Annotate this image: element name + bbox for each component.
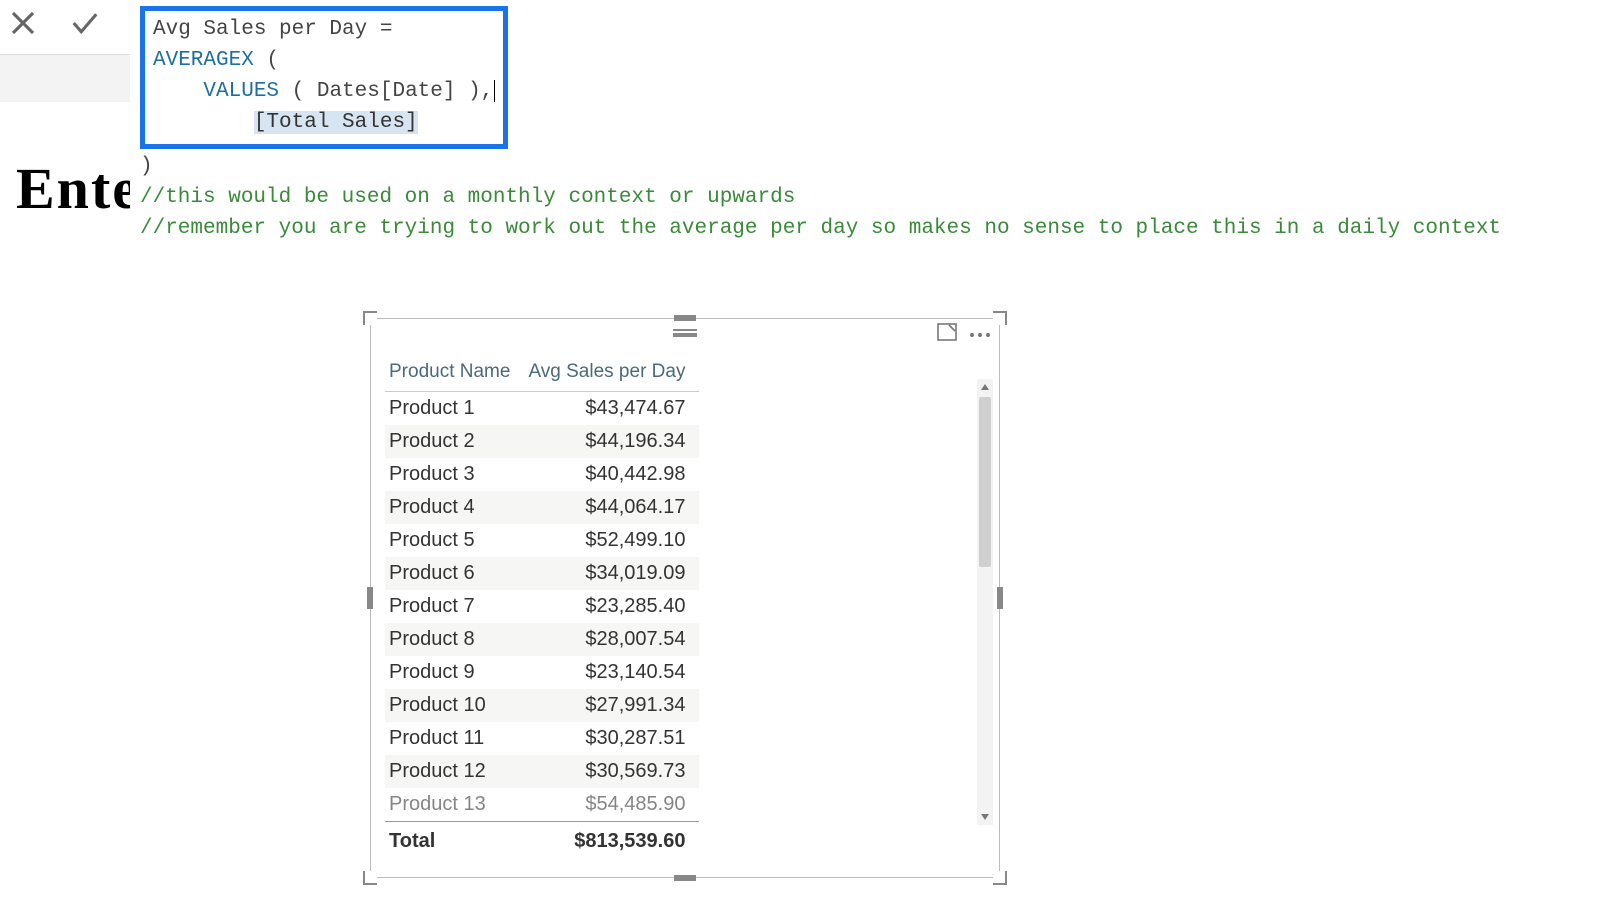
formula-comment-1: //this would be used on a monthly contex… — [140, 186, 795, 209]
formula-measure-name: Avg Sales per Day = — [153, 18, 392, 41]
cell-name: Product 9 — [385, 656, 524, 689]
visual-header — [371, 319, 999, 347]
table-row[interactable]: Product 2$44,196.34 — [385, 425, 699, 458]
cell-value: $54,485.90 — [524, 788, 699, 822]
column-header-product[interactable]: Product Name — [385, 355, 524, 392]
cell-value: $30,287.51 — [524, 722, 699, 755]
data-table: Product Name Avg Sales per Day Product 1… — [385, 355, 699, 858]
table-row[interactable]: Product 11$30,287.51 — [385, 722, 699, 755]
cell-name: Product 7 — [385, 590, 524, 623]
resize-handle-bottom[interactable] — [674, 875, 696, 881]
column-header-avg[interactable]: Avg Sales per Day — [524, 355, 699, 392]
cell-name: Product 10 — [385, 689, 524, 722]
table-row[interactable]: Product 5$52,499.10 — [385, 524, 699, 557]
table-visual[interactable]: Product Name Avg Sales per Day Product 1… — [370, 318, 1000, 878]
resize-handle-right[interactable] — [997, 587, 1003, 609]
formula-comment-2: //remember you are trying to work out th… — [140, 217, 1501, 240]
total-value: $813,539.60 — [524, 822, 699, 859]
table-scroll-area: Product Name Avg Sales per Day Product 1… — [385, 355, 975, 867]
cell-name: Product 1 — [385, 392, 524, 426]
cell-name: Product 2 — [385, 425, 524, 458]
cell-name: Product 8 — [385, 623, 524, 656]
table-row[interactable]: Product 6$34,019.09 — [385, 557, 699, 590]
table-row[interactable]: Product 7$23,285.40 — [385, 590, 699, 623]
resize-handle-br[interactable] — [993, 871, 1007, 885]
cell-name: Product 6 — [385, 557, 524, 590]
scroll-thumb[interactable] — [979, 397, 991, 567]
table-total-row: Total $813,539.60 — [385, 822, 699, 859]
table-row[interactable]: Product 8$28,007.54 — [385, 623, 699, 656]
focus-mode-icon[interactable] — [937, 323, 957, 346]
cell-name: Product 4 — [385, 491, 524, 524]
table-row[interactable]: Product 12$30,569.73 — [385, 755, 699, 788]
cell-value: $52,499.10 — [524, 524, 699, 557]
formula-args: ( Dates[Date] ), — [279, 80, 493, 103]
total-label: Total — [385, 822, 524, 859]
commit-button[interactable] — [68, 6, 102, 40]
visual-actions — [937, 323, 991, 346]
formula-row-tab — [0, 54, 130, 102]
close-icon — [8, 8, 38, 38]
check-icon — [70, 8, 100, 38]
more-options-icon[interactable] — [969, 326, 991, 344]
table-row[interactable]: Product 3$40,442.98 — [385, 458, 699, 491]
cell-value: $44,064.17 — [524, 491, 699, 524]
formula-func-values: VALUES — [203, 80, 279, 103]
resize-handle-bl[interactable] — [363, 871, 377, 885]
formula-bar-toolbar — [6, 6, 102, 40]
formula-measure-ref: [Total Sales] — [254, 111, 418, 134]
cell-name: Product 13 — [385, 788, 524, 822]
table-row[interactable]: Product 1$43,474.67 — [385, 392, 699, 426]
cell-value: $23,140.54 — [524, 656, 699, 689]
cell-value: $30,569.73 — [524, 755, 699, 788]
formula-highlight-box: Avg Sales per Day = AVERAGEX ( VALUES ( … — [140, 6, 508, 149]
cell-value: $40,442.98 — [524, 458, 699, 491]
cell-name: Product 5 — [385, 524, 524, 557]
resize-handle-left[interactable] — [367, 587, 373, 609]
cell-value: $28,007.54 — [524, 623, 699, 656]
text-caret — [494, 80, 495, 102]
table-row[interactable]: Product 10$27,991.34 — [385, 689, 699, 722]
drag-handle-icon[interactable] — [673, 329, 697, 337]
page-title: Ente — [16, 155, 140, 222]
table-row[interactable]: Product 9$23,140.54 — [385, 656, 699, 689]
cell-name: Product 3 — [385, 458, 524, 491]
formula-close-paren: ) — [140, 155, 153, 178]
vertical-scrollbar[interactable] — [977, 379, 993, 825]
cell-value: $43,474.67 — [524, 392, 699, 426]
formula-paren: ( — [254, 49, 279, 72]
table-row[interactable]: Product 4$44,064.17 — [385, 491, 699, 524]
table-row[interactable]: Product 13$54,485.90 — [385, 788, 699, 822]
scroll-down-icon[interactable] — [977, 809, 993, 825]
table-header-row: Product Name Avg Sales per Day — [385, 355, 699, 392]
cell-value: $44,196.34 — [524, 425, 699, 458]
scroll-up-icon[interactable] — [977, 379, 993, 395]
cell-value: $27,991.34 — [524, 689, 699, 722]
cancel-button[interactable] — [6, 6, 40, 40]
cell-value: $34,019.09 — [524, 557, 699, 590]
table-body: Product 1$43,474.67 Product 2$44,196.34 … — [385, 392, 699, 822]
formula-editor[interactable]: Avg Sales per Day = AVERAGEX ( VALUES ( … — [140, 0, 1600, 245]
cell-name: Product 12 — [385, 755, 524, 788]
cell-name: Product 11 — [385, 722, 524, 755]
cell-value: $23,285.40 — [524, 590, 699, 623]
formula-func-averagex: AVERAGEX — [153, 49, 254, 72]
